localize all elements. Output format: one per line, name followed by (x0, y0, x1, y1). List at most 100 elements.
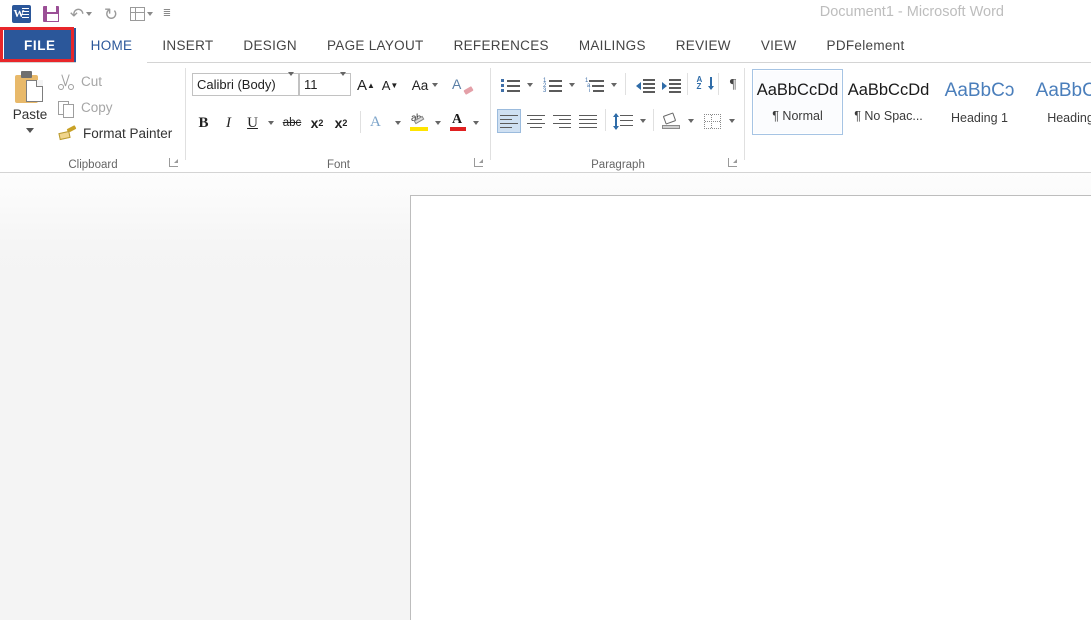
tab-view[interactable]: VIEW (746, 28, 812, 62)
clipboard-dialog-launcher[interactable] (169, 158, 180, 169)
style-no-spacing[interactable]: AaBbCcDd ¶ No Spac... (843, 69, 934, 135)
align-right-button[interactable] (550, 109, 574, 133)
shading-button[interactable] (659, 109, 683, 133)
copy-button[interactable]: Copy (58, 97, 113, 118)
tab-page-layout[interactable]: PAGE LAYOUT (312, 28, 439, 62)
numbering-caret-icon[interactable] (565, 73, 579, 97)
sort-icon: AZ (697, 76, 714, 92)
tab-pdfelement[interactable]: PDFelement (812, 28, 920, 62)
font-name-dropdown-icon[interactable] (288, 71, 294, 93)
tab-review[interactable]: REVIEW (661, 28, 746, 62)
font-dialog-launcher[interactable] (474, 158, 485, 169)
justify-icon (579, 114, 597, 129)
redo-icon[interactable]: ↻ (96, 2, 126, 26)
quick-access-toolbar: W ↶ ↻ ≣ (6, 2, 178, 26)
clear-formatting-button[interactable]: A (450, 73, 474, 97)
tab-file[interactable]: FILE (4, 28, 76, 62)
font-size-dropdown-icon[interactable] (340, 71, 346, 93)
line-spacing-icon (613, 112, 633, 130)
sort-button[interactable]: AZ (694, 72, 716, 96)
format-painter-button[interactable]: Format Painter (58, 123, 172, 144)
numbering-icon: 1 2 3 (543, 78, 562, 94)
clear-formatting-icon: A (452, 76, 474, 95)
decrease-indent-button[interactable] (633, 73, 657, 97)
underline-button[interactable]: U (242, 111, 263, 135)
align-left-icon (500, 114, 518, 129)
copy-label: Copy (81, 100, 113, 115)
style-heading-1-preview: AaBbCɔ (944, 79, 1015, 101)
bold-button[interactable]: B (193, 111, 214, 135)
multilevel-list-button[interactable]: 1 a i (583, 73, 606, 97)
table-icon[interactable] (126, 2, 156, 26)
bullets-button[interactable] (499, 73, 522, 97)
font-size-input[interactable]: 11 (299, 71, 351, 96)
save-icon[interactable] (36, 2, 66, 26)
numbering-button[interactable]: 1 2 3 (541, 73, 564, 97)
borders-caret-icon[interactable] (725, 109, 739, 133)
document-page[interactable] (410, 195, 1091, 620)
align-center-button[interactable] (524, 109, 548, 133)
clipboard-group-label: Clipboard (68, 159, 118, 171)
font-name-input[interactable]: Calibri (Body) (192, 71, 299, 96)
style-heading-2-label: Heading (1047, 110, 1091, 125)
multilevel-caret-icon[interactable] (607, 73, 621, 97)
cut-button[interactable]: Cut (58, 71, 102, 92)
document-canvas[interactable] (0, 173, 1091, 620)
word-logo-icon[interactable]: W (6, 2, 36, 26)
style-normal[interactable]: AaBbCcDd ¶ Normal (752, 69, 843, 135)
increase-indent-button[interactable] (659, 73, 683, 97)
change-case-caret-icon[interactable] (432, 83, 439, 87)
style-heading-1-label: Heading 1 (951, 110, 1008, 125)
highlight-caret-icon[interactable] (431, 111, 444, 135)
shrink-font-label: A (381, 77, 391, 93)
font-group-label: Font (326, 159, 350, 171)
ribbon-group-clipboard: Paste Cut Copy Format Painter Clipboard (0, 63, 186, 173)
justify-button[interactable] (576, 109, 600, 133)
underline-caret-icon[interactable] (264, 111, 278, 135)
style-heading-2-preview: AaBbCɔ (1035, 79, 1091, 101)
highlight-color-button[interactable]: ab (408, 110, 430, 134)
font-size-value: 11 (304, 77, 318, 92)
bullets-caret-icon[interactable] (523, 73, 537, 97)
pilcrow-icon: ¶ (729, 77, 737, 92)
superscript-button[interactable]: x2 (330, 111, 352, 135)
text-effects-caret-icon[interactable] (391, 111, 404, 135)
tab-references[interactable]: REFERENCES (439, 28, 564, 62)
style-heading-1[interactable]: AaBbCɔ Heading 1 (934, 69, 1025, 135)
align-left-button[interactable] (497, 109, 521, 133)
change-case-button[interactable]: Aa (408, 73, 442, 97)
ribbon-tab-strip: FILE HOME INSERT DESIGN PAGE LAYOUT REFE… (0, 28, 1091, 63)
style-heading-2[interactable]: AaBbCɔ Heading (1025, 69, 1091, 135)
tab-design[interactable]: DESIGN (228, 28, 312, 62)
text-effects-button[interactable]: A (368, 110, 390, 134)
format-painter-label: Format Painter (83, 126, 173, 141)
undo-icon[interactable]: ↶ (66, 2, 96, 26)
tab-mailings[interactable]: MAILINGS (564, 28, 661, 62)
shading-caret-icon[interactable] (684, 109, 698, 133)
font-color-button[interactable]: A (448, 110, 468, 134)
grow-font-button[interactable]: A ▲ (356, 73, 376, 97)
paste-dropdown-caret-icon[interactable] (26, 128, 34, 133)
strikethrough-button[interactable]: abc (279, 111, 305, 135)
paintbrush-icon (58, 124, 77, 142)
font-color-caret-icon[interactable] (469, 111, 482, 135)
customize-qat-icon[interactable]: ≣ (156, 2, 178, 26)
grow-font-label: A (357, 76, 368, 94)
text-effects-icon: A (370, 114, 381, 130)
italic-button[interactable]: I (218, 111, 239, 135)
increase-indent-icon (661, 78, 681, 93)
shrink-font-button[interactable]: A ▼ (380, 73, 400, 97)
borders-button[interactable] (701, 109, 723, 133)
paragraph-dialog-launcher[interactable] (728, 158, 739, 169)
paragraph-group-label: Paragraph (591, 159, 645, 171)
show-formatting-marks-button[interactable]: ¶ (723, 73, 743, 97)
line-spacing-button[interactable] (611, 109, 635, 133)
ribbon-group-font: Calibri (Body) 11 A ▲ A ▼ Aa A B I U abc… (186, 63, 491, 173)
paste-button[interactable]: Paste (8, 69, 52, 157)
line-spacing-caret-icon[interactable] (636, 109, 650, 133)
tab-insert[interactable]: INSERT (147, 28, 228, 62)
align-center-icon (527, 114, 545, 129)
subscript-button[interactable]: x2 (306, 111, 328, 135)
clipboard-icon (15, 71, 45, 103)
tab-home[interactable]: HOME (75, 28, 148, 63)
